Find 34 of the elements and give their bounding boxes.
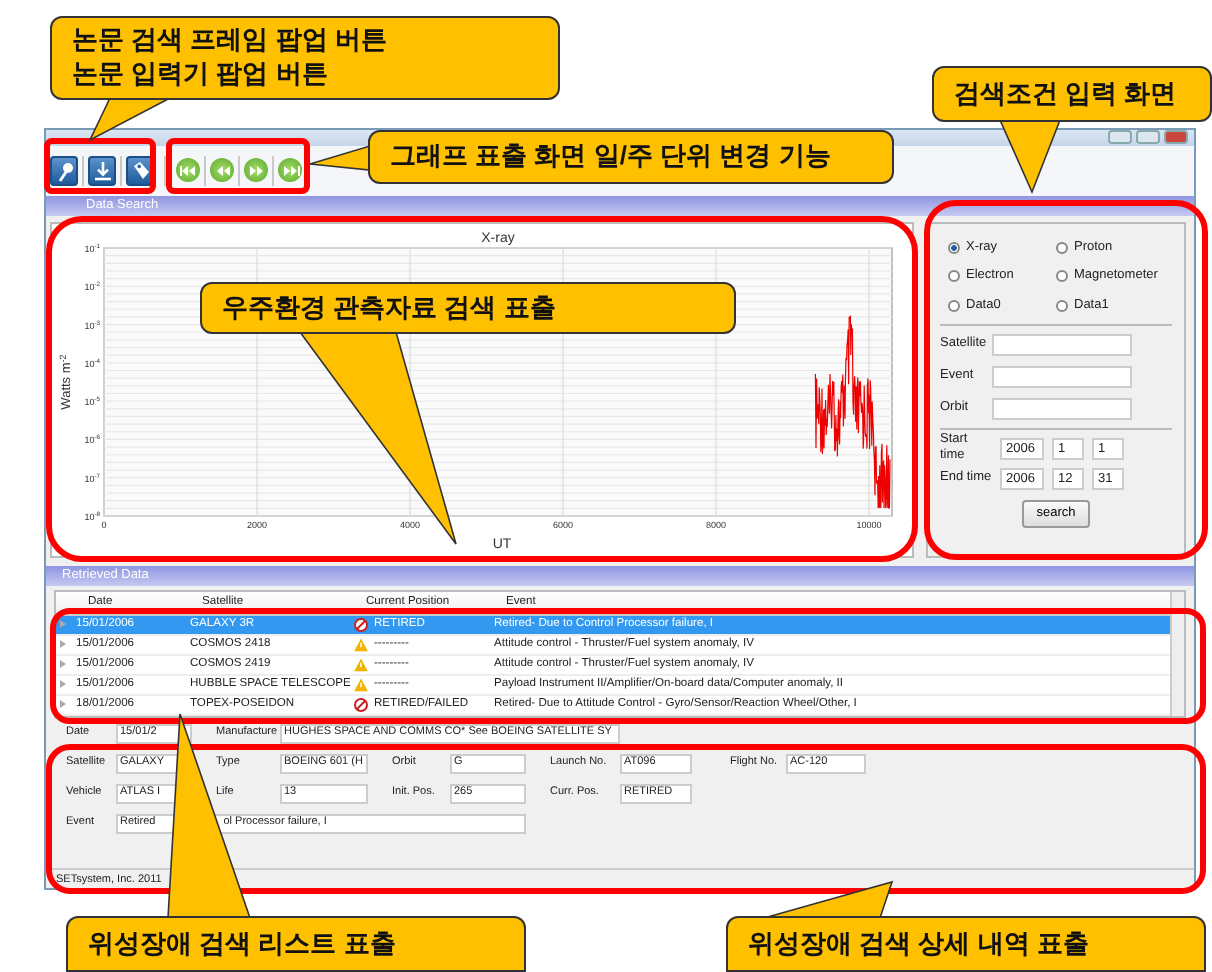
expand-arrow-icon[interactable]: [60, 680, 66, 689]
download-icon: [91, 159, 113, 182]
expand-arrow-icon[interactable]: [60, 700, 66, 709]
close-button[interactable]: [1164, 130, 1188, 144]
callout-text: 검색조건 입력 화면: [954, 77, 1179, 111]
maximize-button[interactable]: [1136, 130, 1160, 144]
tag-icon: [129, 159, 151, 182]
radio-button[interactable]: [948, 300, 960, 313]
toolbar-button[interactable]: [50, 155, 78, 186]
expand-arrow-icon[interactable]: [60, 660, 66, 669]
callout-text: 그래프 표출 화면 일/주 단위 변경 기능: [390, 140, 833, 174]
input-field[interactable]: [992, 333, 1132, 356]
expand-arrow-icon[interactable]: [60, 620, 66, 629]
pin-icon: [53, 159, 75, 182]
radio-button[interactable]: [1056, 241, 1068, 254]
callout-text: 논문 검색 프레임 팝업 버튼: [72, 24, 389, 58]
input-field[interactable]: [992, 397, 1132, 420]
no-entry-icon: [354, 617, 368, 632]
callout-text: 위성장애 검색 리스트 표출: [88, 927, 398, 961]
input-field[interactable]: [992, 365, 1132, 388]
radio-button[interactable]: [1056, 300, 1068, 313]
highlight-outline: [44, 138, 156, 194]
callout-text: 논문 입력기 팝업 버튼: [72, 58, 330, 92]
scrollbar[interactable]: [1170, 591, 1184, 716]
no-entry-icon: [354, 697, 368, 712]
radio-button[interactable]: [948, 241, 960, 254]
highlight-outline: [166, 138, 310, 194]
radio-button[interactable]: [948, 270, 960, 283]
callout-text: 위성장애 검색 상세 내역 표출: [748, 927, 1091, 961]
callout-text: 우주환경 관측자료 검색 표출: [222, 291, 558, 325]
radio-button[interactable]: [1056, 270, 1068, 283]
expand-arrow-icon[interactable]: [60, 640, 66, 649]
toolbar-button[interactable]: [88, 155, 116, 186]
minimize-button[interactable]: [1108, 130, 1132, 144]
